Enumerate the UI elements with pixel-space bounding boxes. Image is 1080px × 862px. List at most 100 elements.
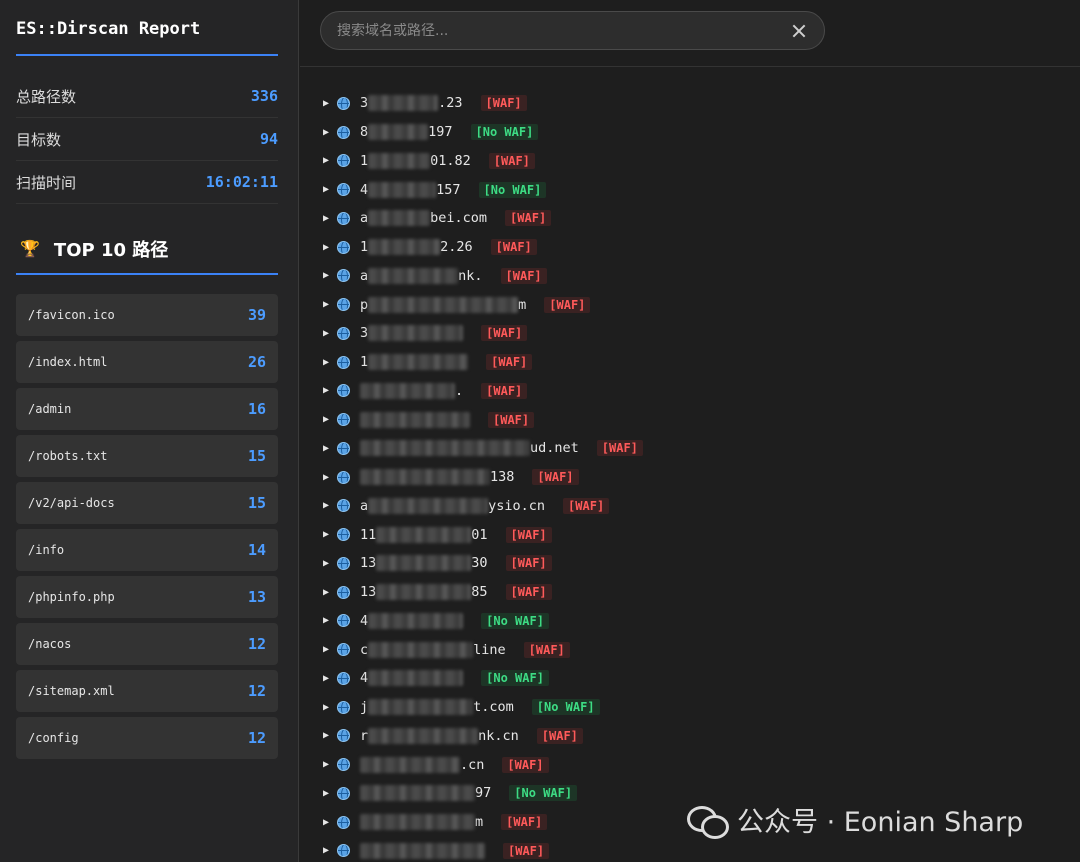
target-host: 1 xyxy=(360,354,469,371)
search-input[interactable] xyxy=(337,22,790,39)
top-path-item[interactable]: /favicon.ico 39 xyxy=(16,294,278,336)
waf-badge: [WAF] xyxy=(501,814,548,831)
target-host: r nk.cn xyxy=(360,727,519,744)
top-path-item[interactable]: /admin 16 xyxy=(16,388,278,430)
target-row[interactable]: ▶ 138 [WAF] xyxy=(323,463,1080,492)
target-row[interactable]: ▶ j t.com [No WAF] xyxy=(323,693,1080,722)
target-row[interactable]: ▶ 8 197 [No WAF] xyxy=(323,118,1080,147)
expand-caret-icon[interactable]: ▶ xyxy=(323,673,337,684)
expand-caret-icon[interactable]: ▶ xyxy=(323,500,337,511)
target-row[interactable]: ▶ [WAF] xyxy=(323,837,1080,862)
waf-badge: [No WAF] xyxy=(509,785,578,802)
target-row[interactable]: ▶ 13 30 [WAF] xyxy=(323,549,1080,578)
top-path-label: /admin xyxy=(28,402,72,416)
stat-label: 目标数 xyxy=(16,130,62,149)
expand-caret-icon[interactable]: ▶ xyxy=(323,788,337,799)
expand-caret-icon[interactable]: ▶ xyxy=(323,414,337,425)
globe-icon xyxy=(337,298,350,312)
waf-badge: [WAF] xyxy=(502,756,549,773)
stat-label: 总路径数 xyxy=(16,87,77,106)
top-path-item[interactable]: /nacos 12 xyxy=(16,623,278,665)
globe-icon xyxy=(337,384,350,398)
stat-value: 94 xyxy=(259,130,278,148)
host-visible-start: 1 xyxy=(360,152,369,169)
target-host: a ysio.cn xyxy=(360,497,545,514)
top-path-count: 15 xyxy=(247,494,266,512)
target-row[interactable]: ▶ 1 [WAF] xyxy=(323,348,1080,377)
close-icon[interactable] xyxy=(790,22,808,40)
target-row[interactable]: ▶ 13 85 [WAF] xyxy=(323,578,1080,607)
target-row[interactable]: ▶ a ysio.cn [WAF] xyxy=(323,492,1080,521)
target-row[interactable]: ▶ a nk. [WAF] xyxy=(323,262,1080,291)
expand-caret-icon[interactable]: ▶ xyxy=(323,127,337,138)
host-visible-start: j xyxy=(360,699,369,716)
expand-caret-icon[interactable]: ▶ xyxy=(323,615,337,626)
target-row[interactable]: ▶ 97 [No WAF] xyxy=(323,779,1080,808)
top-path-item[interactable]: /robots.txt 15 xyxy=(16,435,278,477)
expand-caret-icon[interactable]: ▶ xyxy=(323,385,337,396)
expand-caret-icon[interactable]: ▶ xyxy=(323,472,337,483)
expand-caret-icon[interactable]: ▶ xyxy=(323,184,337,195)
waf-badge: [WAF] xyxy=(505,584,552,601)
target-row[interactable]: ▶ c line [WAF] xyxy=(323,635,1080,664)
top-path-label: /v2/api-docs xyxy=(28,496,115,510)
expand-caret-icon[interactable]: ▶ xyxy=(323,98,337,109)
top-path-item[interactable]: /sitemap.xml 12 xyxy=(16,670,278,712)
expand-caret-icon[interactable]: ▶ xyxy=(323,730,337,741)
top-path-count: 26 xyxy=(247,353,266,371)
expand-caret-icon[interactable]: ▶ xyxy=(323,443,337,454)
expand-caret-icon[interactable]: ▶ xyxy=(323,587,337,598)
expand-caret-icon[interactable]: ▶ xyxy=(323,299,337,310)
top-path-item[interactable]: /index.html 26 xyxy=(16,341,278,383)
expand-caret-icon[interactable]: ▶ xyxy=(323,558,337,569)
expand-caret-icon[interactable]: ▶ xyxy=(323,845,337,856)
globe-icon xyxy=(337,614,350,628)
target-host: 1 01.82 xyxy=(360,152,471,169)
expand-caret-icon[interactable]: ▶ xyxy=(323,328,337,339)
target-row[interactable]: ▶ 3 [WAF] xyxy=(323,319,1080,348)
target-row[interactable]: ▶. [WAF] xyxy=(323,377,1080,406)
waf-badge: [No WAF] xyxy=(531,699,600,716)
expand-caret-icon[interactable]: ▶ xyxy=(323,702,337,713)
top-path-item[interactable]: /config 12 xyxy=(16,717,278,759)
redacted-mask xyxy=(360,411,470,428)
expand-caret-icon[interactable]: ▶ xyxy=(323,242,337,253)
expand-caret-icon[interactable]: ▶ xyxy=(323,759,337,770)
target-row[interactable]: ▶ 1 2.26 [WAF] xyxy=(323,233,1080,262)
top-path-item[interactable]: /v2/api-docs 15 xyxy=(16,482,278,524)
target-row[interactable]: ▶ a bei.com [WAF] xyxy=(323,204,1080,233)
expand-caret-icon[interactable]: ▶ xyxy=(323,270,337,281)
target-row[interactable]: ▶ m [WAF] xyxy=(323,808,1080,837)
target-row[interactable]: ▶ .cn [WAF] xyxy=(323,750,1080,779)
target-row[interactable]: ▶ [WAF] xyxy=(323,405,1080,434)
target-row[interactable]: ▶ 4 [No WAF] xyxy=(323,607,1080,636)
expand-caret-icon[interactable]: ▶ xyxy=(323,644,337,655)
host-visible-end: 2.26 xyxy=(440,239,473,256)
expand-caret-icon[interactable]: ▶ xyxy=(323,529,337,540)
target-row[interactable]: ▶ 1 01.82 [WAF] xyxy=(323,147,1080,176)
target-row[interactable]: ▶ 11 01 [WAF] xyxy=(323,520,1080,549)
globe-icon xyxy=(337,240,350,254)
top-path-item[interactable]: /phpinfo.php 13 xyxy=(16,576,278,618)
target-row[interactable]: ▶ p m [WAF] xyxy=(323,290,1080,319)
target-row[interactable]: ▶ 3.23 [WAF] xyxy=(323,89,1080,118)
top-path-item[interactable]: /info 14 xyxy=(16,529,278,571)
host-visible-start: 13 xyxy=(360,584,377,601)
expand-caret-icon[interactable]: ▶ xyxy=(323,155,337,166)
target-row[interactable]: ▶ 4 157 [No WAF] xyxy=(323,175,1080,204)
top-paths-list: /favicon.ico 39 /index.html 26 /admin 16 /r… xyxy=(16,294,278,759)
expand-caret-icon[interactable]: ▶ xyxy=(323,357,337,368)
expand-caret-icon[interactable]: ▶ xyxy=(323,213,337,224)
redacted-mask xyxy=(360,382,455,399)
trophy-icon: 🏆 xyxy=(20,239,40,258)
stat-label: 扫描时间 xyxy=(16,173,77,192)
waf-badge: [WAF] xyxy=(505,526,552,543)
expand-caret-icon[interactable]: ▶ xyxy=(323,817,337,828)
target-row[interactable]: ▶ 4 [No WAF] xyxy=(323,664,1080,693)
redacted-mask xyxy=(368,727,479,744)
stat-scan-time: 扫描时间 16:02:11 xyxy=(16,161,278,204)
host-visible-start: 4 xyxy=(360,670,369,687)
target-row[interactable]: ▶ ud.net [WAF] xyxy=(323,434,1080,463)
host-visible-end: 30 xyxy=(471,555,488,572)
target-row[interactable]: ▶ r nk.cn [WAF] xyxy=(323,722,1080,751)
